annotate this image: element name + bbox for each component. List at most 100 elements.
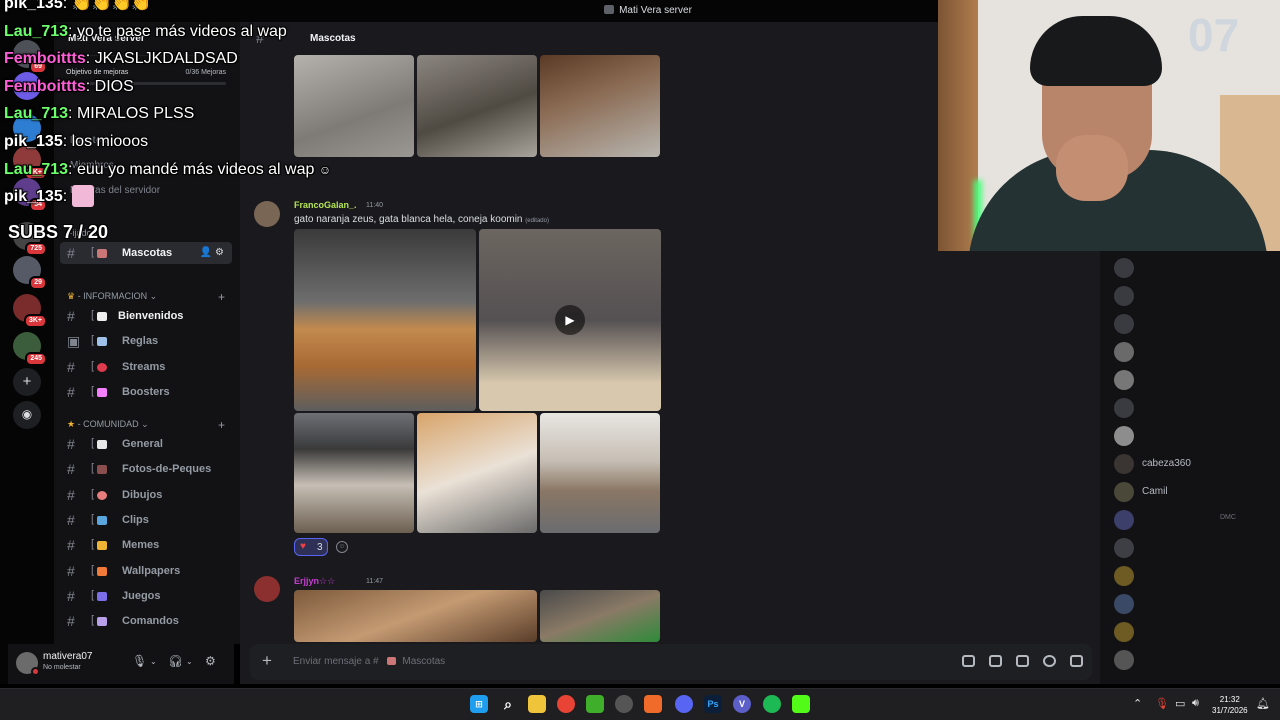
category-comunidad[interactable]: ★ - COMUNIDAD ⌄ +	[67, 418, 225, 432]
search-icon[interactable]: ⌕	[499, 695, 517, 713]
channel-mascotas[interactable]: # [ Mascotas 👤 ⚙	[60, 242, 232, 264]
clock[interactable]: 21:32 31/7/2026	[1212, 694, 1248, 716]
attachment-image[interactable]	[294, 229, 476, 411]
emoji-icon[interactable]	[1043, 655, 1056, 667]
microphone-icon[interactable]: 🎙︎	[132, 654, 147, 668]
chrome-icon[interactable]	[557, 695, 575, 713]
attachment-image[interactable]	[540, 590, 660, 642]
channel-reglas[interactable]: ▣[ Reglas	[60, 330, 232, 352]
apps-icon[interactable]	[1070, 655, 1083, 667]
vivaldi-icon[interactable]: V	[733, 695, 751, 713]
discord-icon[interactable]	[675, 695, 693, 713]
member-item[interactable]: cabeza360	[1112, 452, 1272, 476]
channel-emoji-icon	[97, 541, 107, 550]
member-item[interactable]	[1112, 312, 1272, 336]
channel-fotos-de-peques[interactable]: #[ Fotos-de-Peques	[60, 458, 232, 480]
webcam-person-hand	[1056, 135, 1128, 201]
member-item[interactable]	[1112, 396, 1272, 420]
channel-emoji-icon	[97, 567, 107, 576]
headphones-icon[interactable]: 🎧︎	[168, 654, 183, 668]
username[interactable]: mativera07	[43, 651, 92, 662]
server-icon-9[interactable]: 245	[13, 332, 47, 366]
chevron-down-icon[interactable]: ⌄	[150, 657, 157, 666]
composer-placeholder[interactable]: Enviar mensaje a # Mascotas	[293, 656, 445, 667]
avatar	[1114, 650, 1134, 670]
stream-chat-overlay: pik_135: 👏👏👏👏 Lau_713: yo te pase más vi…	[4, 0, 331, 211]
chevron-down-icon[interactable]: ⌄	[186, 657, 193, 666]
attachment-image[interactable]	[540, 413, 660, 533]
compass-icon[interactable]: ◉	[13, 401, 41, 429]
minecraft-icon[interactable]	[586, 695, 604, 713]
attachment-video[interactable]: ▶	[479, 229, 661, 411]
attachment-image[interactable]	[417, 55, 537, 157]
server-icon-8[interactable]: 3K+	[13, 294, 47, 328]
avatar[interactable]	[16, 652, 40, 676]
notification-icon[interactable]: 🔔︎	[1256, 697, 1270, 710]
channel-clips[interactable]: #[ Clips	[60, 509, 232, 531]
channel-boosters[interactable]: #[ Boosters	[60, 381, 232, 403]
member-item[interactable]	[1112, 340, 1272, 364]
avatar[interactable]	[254, 576, 280, 602]
reaction-heart[interactable]: ♥ 3	[294, 538, 328, 556]
photoshop-icon[interactable]: Ps	[704, 695, 722, 713]
channel-juegos[interactable]: #[ Juegos	[60, 585, 232, 607]
windows-start-icon[interactable]: ⊞	[470, 695, 488, 713]
sticker-icon[interactable]	[1016, 655, 1029, 667]
chevron-up-icon[interactable]: ⌃	[1133, 697, 1142, 710]
add-channel-icon[interactable]: +	[218, 290, 225, 304]
server-icon-7[interactable]: 29	[13, 256, 47, 290]
channel-settings-icons[interactable]: 👤 ⚙	[200, 247, 224, 258]
add-channel-icon[interactable]: +	[218, 418, 225, 432]
message-author[interactable]: Erjjyn☆☆	[294, 576, 335, 587]
app-icon[interactable]	[615, 695, 633, 713]
category-informacion[interactable]: ♛ - INFORMACION ⌄ +	[67, 290, 225, 304]
chat-line: Lau_713: MIRALOS PLSS	[4, 105, 195, 123]
play-icon[interactable]: ▶	[555, 305, 585, 335]
volume-icon[interactable]: 🔊︎	[1192, 697, 1199, 710]
chat-line: pik_135: los miooos	[4, 132, 149, 150]
channel-memes[interactable]: #[ Memes	[60, 534, 232, 556]
member-item[interactable]	[1112, 284, 1272, 308]
hash-icon: #	[67, 613, 75, 629]
network-icon[interactable]: ▭	[1175, 697, 1185, 710]
member-item[interactable]	[1112, 620, 1272, 644]
channel-dibujos[interactable]: #[ Dibujos	[60, 484, 232, 506]
member-item[interactable]	[1112, 648, 1272, 672]
microphone-icon[interactable]: 🎙︎	[1155, 697, 1169, 710]
avatar	[1114, 594, 1134, 614]
member-item[interactable]: Camil	[1112, 480, 1272, 504]
plus-icon[interactable]: +	[13, 368, 41, 396]
add-reaction-icon[interactable]: ☺	[336, 541, 348, 553]
channel-wallpapers[interactable]: #[ Wallpapers	[60, 560, 232, 582]
member-item[interactable]	[1112, 256, 1272, 280]
channel-comandos[interactable]: #[ Comandos	[60, 610, 232, 632]
attachment-image[interactable]	[294, 413, 414, 533]
brave-icon[interactable]	[644, 695, 662, 713]
gif-icon[interactable]	[989, 655, 1002, 667]
attachment-image[interactable]	[417, 413, 537, 533]
member-item[interactable]	[1112, 592, 1272, 616]
spotify-icon[interactable]	[763, 695, 781, 713]
channel-streams[interactable]: #[ Streams	[60, 356, 232, 378]
upload-plus-icon[interactable]: +	[262, 651, 272, 671]
avatar	[1114, 258, 1134, 278]
file-explorer-icon[interactable]	[528, 695, 546, 713]
member-item[interactable]	[1112, 424, 1272, 448]
channel-emoji-icon	[97, 363, 107, 372]
message-text: gato naranja zeus, gata blanca hela, con…	[294, 214, 549, 225]
gift-icon[interactable]	[962, 655, 975, 667]
attachment-image[interactable]	[294, 590, 537, 642]
member-item[interactable]	[1112, 368, 1272, 392]
member-item[interactable]	[1112, 564, 1272, 588]
gear-icon[interactable]: ⚙	[205, 654, 216, 668]
channel-general[interactable]: #[ General	[60, 433, 232, 455]
member-item[interactable]: DMC	[1112, 508, 1272, 532]
hash-icon: #	[67, 308, 75, 324]
member-item[interactable]	[1112, 536, 1272, 560]
attachment-image[interactable]	[540, 55, 660, 157]
avatar	[1114, 454, 1134, 474]
channel-bienvenidos[interactable]: #[ Bienvenidos	[60, 305, 232, 327]
kick-icon[interactable]	[792, 695, 810, 713]
webcam-overlay: 07	[938, 0, 1280, 251]
message-composer[interactable]: + Enviar mensaje a # Mascotas	[250, 644, 1092, 680]
